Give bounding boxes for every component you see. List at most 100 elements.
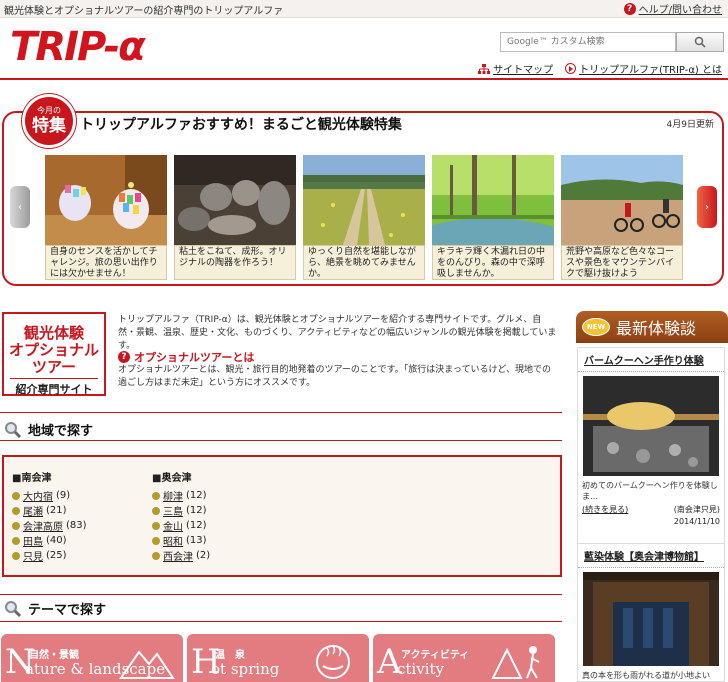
hiker-icon (491, 646, 540, 679)
bullet-icon (152, 491, 160, 500)
region-item[interactable]: 会津高原 (83) (12, 518, 87, 533)
bullet-icon (12, 506, 20, 515)
slide-photo (561, 155, 683, 245)
bullet-icon (12, 536, 20, 545)
latest-reviews-title: 最新体験談 (616, 319, 697, 338)
region-heading-label: 地域で探す (28, 424, 94, 439)
section-divider (0, 412, 562, 413)
help-link[interactable]: ? ヘルプ/問い合わせ (623, 1, 722, 16)
about-label: トリップアルファ(TRIP-α) とは (579, 65, 722, 76)
bullet-icon (12, 491, 20, 500)
region-item[interactable]: 三島 (12) (152, 503, 210, 518)
optional-tour-heading: ? オプショナルツアーとは (118, 349, 254, 365)
chevron-left-icon: ‹ (18, 201, 22, 213)
theme-activity-banner[interactable]: A アクティビティ ctivity (373, 634, 555, 682)
intro-logo-line4: 紹介専門サイト (10, 378, 98, 397)
region-column-title: ■奥会津 (152, 473, 192, 484)
top-bar: 観光体験とオプショナルツアーの紹介専門のトリップアルファ ? ヘルプ/問い合わせ (0, 0, 728, 18)
region-column-okuaizu: ■奥会津 柳津 (12) 三島 (12) 金山 (12) 昭和 (13) 西会津 (2) (152, 469, 210, 563)
arrow-right-icon (565, 63, 577, 74)
chevron-right-icon: › (705, 201, 709, 213)
site-logo[interactable]: TRIP-α (10, 24, 180, 70)
slider-prev-button[interactable]: ‹ (10, 186, 30, 228)
hot-spring-icon (316, 645, 350, 679)
feature-slide-candles[interactable]: 自身のセンスを活かしてチャレンジ。旅の思い出作りには欠かせません！ (45, 155, 167, 280)
section-divider (0, 440, 562, 441)
region-item[interactable]: 只見 (25) (12, 548, 87, 563)
intro-text: トリップアルファ（TRIP-α）は、観光体験とオプショナルツアーを紹介する専門サ… (118, 315, 557, 351)
sitemap-link[interactable]: サイトマップ (478, 61, 553, 76)
review-card: 藍染体験【奥会津博物館】 真の本を形も雨がれる道が小地よい (577, 543, 725, 682)
slide-photo (303, 155, 425, 245)
help-label: ヘルプ/問い合わせ (638, 5, 722, 16)
region-item[interactable]: 金山 (12) (152, 518, 210, 533)
slide-caption: 自身のセンスを活かしてチャレンジ。旅の思い出作りには欠かせません！ (45, 245, 167, 280)
review-title[interactable]: バームクーヘン手作り体験 (578, 348, 724, 372)
review-desc: 真の本を形も雨がれる道が小地よい (582, 671, 710, 680)
slider-next-button[interactable]: › (697, 186, 717, 228)
region-box: ■南会津 大内宿 (9) 尾瀬 (21) 会津高原 (83) 田島 (40) 只見 (25… (2, 455, 562, 577)
intro-logo-line3: ツアー (31, 358, 77, 376)
feature-title[interactable]: トリップアルファおすすめ！まるごと観光体験特集 (80, 114, 402, 134)
slide-photo (45, 155, 167, 245)
theme-en-label: ctivity (397, 660, 444, 678)
review-card: バームクーヘン手作り体験 初めてのバームクーヘン作りを体験しま… (続きを見る)… (577, 347, 725, 557)
region-heading: 地域で探す (4, 420, 93, 439)
review-photo (583, 572, 719, 666)
slide-caption: 粘土をこねて、成形。オリジナルの陶器を作ろう！ (174, 245, 296, 280)
region-item[interactable]: 柳津 (12) (152, 488, 210, 503)
theme-nature-banner[interactable]: N 自然・景観 ature & landscape (1, 634, 183, 682)
review-date: 2014/11/10 (673, 517, 720, 526)
sitemap-label: サイトマップ (493, 65, 554, 76)
bullet-icon (152, 551, 160, 560)
theme-heading-label: テーマで探す (28, 603, 107, 618)
about-link[interactable]: トリップアルファ(TRIP-α) とは (565, 61, 722, 76)
region-column-title: ■南会津 (12, 473, 52, 484)
slide-caption: キラキラ輝く木漏れ日の中をのんびり。森の中で深呼吸しませんか。 (432, 245, 554, 280)
help-icon: ? (623, 2, 636, 15)
read-more-link[interactable]: (続きを見る) (582, 504, 628, 515)
slide-photo (174, 155, 296, 245)
intro-logo-line1: 観光体験 (23, 324, 84, 342)
feature-slide-bike[interactable]: 荒野や高原など色々なコースや景色をマウンテンバイクで駆け抜けよう (561, 155, 683, 280)
section-divider (0, 621, 562, 622)
theme-hotspring-banner[interactable]: H 温 泉 ot spring (187, 634, 369, 682)
theme-heading: テーマで探す (4, 599, 106, 618)
feature-slide-marsh[interactable]: ゆっくり自然を堪能しながら、絶景を眺めてみませんか。 (303, 155, 425, 280)
latest-reviews-header: NEW 最新体験談 (576, 311, 728, 343)
sitemap-icon (478, 63, 491, 74)
review-place: (南会津只見) (673, 505, 720, 514)
bullet-icon (152, 506, 160, 515)
feature-badge: 今月の 特集 (22, 94, 76, 148)
search-input[interactable] (500, 32, 676, 52)
bullet-icon (152, 521, 160, 530)
review-desc: 初めてのバームクーヘン作りを体験しま… (582, 481, 718, 501)
header-links: サイトマップ トリップアルファ(TRIP-α) とは (478, 61, 722, 76)
feature-slide-forest[interactable]: キラキラ輝く木漏れ日の中をのんびり。森の中で深呼吸しませんか。 (432, 155, 554, 280)
optional-tour-title: オプショナルツアーとは (134, 351, 255, 364)
review-more-row: (続きを見る) (南会津只見) (578, 502, 724, 517)
region-item[interactable]: 大内宿 (9) (12, 488, 87, 503)
region-item[interactable]: 尾瀬 (21) (12, 503, 87, 518)
bullet-icon (12, 551, 20, 560)
theme-jp-label: アクティビティ (401, 650, 470, 661)
badge-big: 特集 (32, 116, 66, 136)
region-item[interactable]: 田島 (40) (12, 533, 87, 548)
theme-en-label: ot spring (211, 660, 280, 678)
header-divider (0, 78, 728, 80)
logo-text: TRIP-α (10, 24, 146, 70)
bullet-icon (152, 536, 160, 545)
feature-slide-pottery[interactable]: 粘土をこねて、成形。オリジナルの陶器を作ろう！ (174, 155, 296, 280)
region-item[interactable]: 西会津 (2) (152, 548, 210, 563)
theme-jp-label: 温 泉 (215, 650, 245, 661)
review-title[interactable]: 藍染体験【奥会津博物館】 (578, 544, 724, 568)
mountain-icon (119, 650, 175, 679)
search-icon (694, 36, 706, 48)
search-button[interactable] (676, 32, 724, 52)
new-badge-icon: NEW (582, 318, 610, 336)
region-item[interactable]: 昭和 (13) (152, 533, 210, 548)
badge-small: 今月の (37, 106, 61, 115)
optional-tour-text: オプショナルツアーとは、観光・旅行目的地発着のツアーのことです。「旅行は決まって… (118, 365, 551, 388)
bullet-icon (12, 521, 20, 530)
magnifier-icon (5, 600, 22, 617)
